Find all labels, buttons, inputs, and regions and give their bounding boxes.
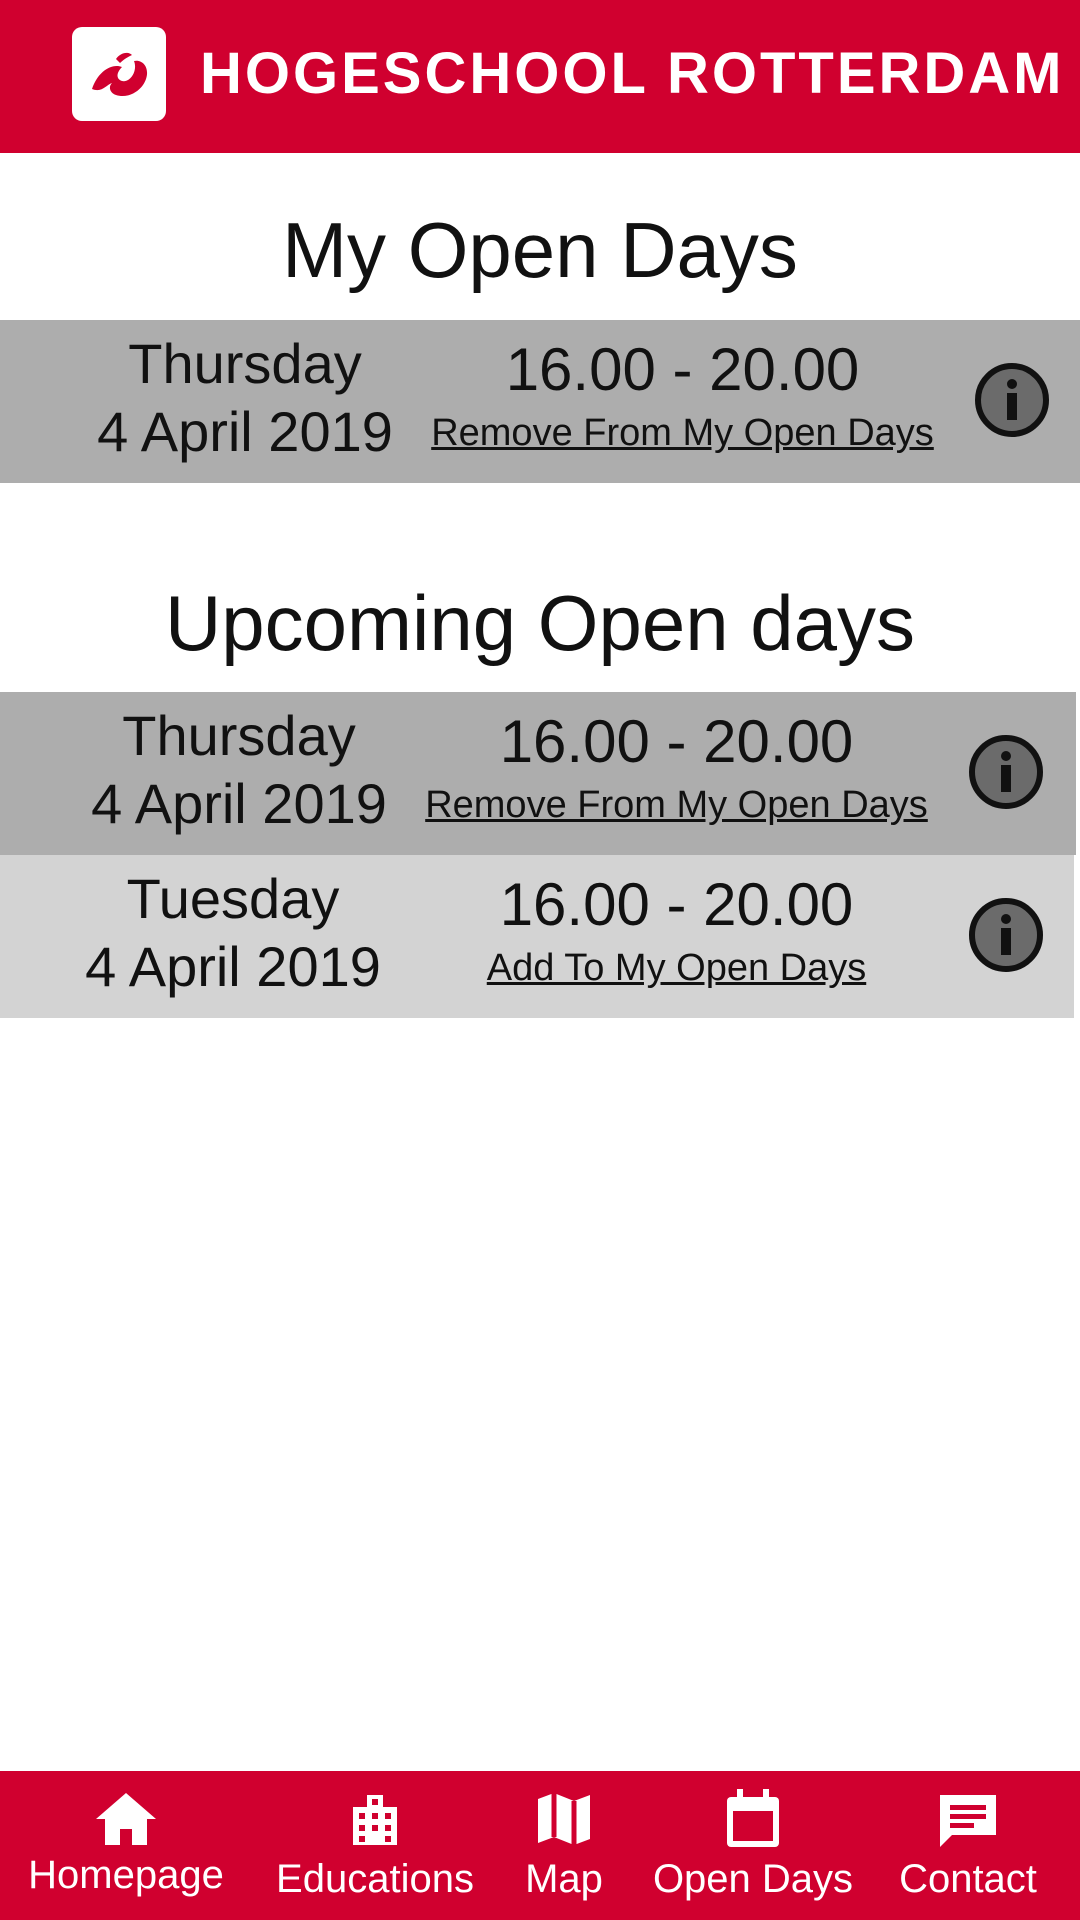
info-icon[interactable]	[974, 362, 1050, 438]
nav-label: Open Days	[652, 1857, 854, 1901]
calendar-icon	[727, 1789, 779, 1847]
app-header: HOGESCHOOL ROTTERDAM	[0, 0, 1080, 153]
nav-label: Homepage	[28, 1853, 224, 1897]
home-icon	[96, 1793, 156, 1845]
remove-from-my-open-days-link[interactable]: Remove From My Open Days	[404, 782, 949, 828]
nav-contact[interactable]: Contact	[882, 1771, 1054, 1920]
chat-icon	[940, 1795, 996, 1847]
my-open-days-title: My Open Days	[282, 206, 798, 294]
open-day-time: 16.00 - 20.00	[505, 336, 860, 403]
upcoming-open-days-title: Upcoming Open days	[164, 579, 916, 667]
hr-logo-icon	[72, 27, 166, 121]
nav-homepage[interactable]: Homepage	[10, 1771, 242, 1920]
nav-map[interactable]: Map	[508, 1771, 620, 1920]
map-icon	[538, 1793, 590, 1845]
nav-open-days[interactable]: Open Days	[640, 1771, 866, 1920]
bottom-navigation: Homepage Educations Map Open Days Contac…	[0, 1771, 1080, 1920]
info-icon[interactable]	[968, 734, 1044, 810]
info-icon[interactable]	[968, 897, 1044, 973]
nav-label: Map	[525, 1857, 603, 1901]
remove-from-my-open-days-link[interactable]: Remove From My Open Days	[410, 410, 955, 456]
brand-name: HOGESCHOOL ROTTERDAM	[200, 41, 1065, 106]
nav-label: Contact	[899, 1857, 1037, 1901]
add-to-my-open-days-link[interactable]: Add To My Open Days	[404, 945, 949, 991]
upcoming-open-day-row: Tuesday 4 April 2019 16.00 - 20.00 Add T…	[0, 855, 1074, 1018]
open-day-time: 16.00 - 20.00	[499, 871, 854, 938]
building-icon	[353, 1795, 397, 1845]
upcoming-open-day-row: Thursday 4 April 2019 16.00 - 20.00 Remo…	[0, 692, 1076, 855]
my-open-day-row: Thursday 4 April 2019 16.00 - 20.00 Remo…	[0, 320, 1080, 483]
nav-educations[interactable]: Educations	[262, 1771, 488, 1920]
open-day-time: 16.00 - 20.00	[499, 708, 854, 775]
nav-label: Educations	[276, 1857, 474, 1901]
